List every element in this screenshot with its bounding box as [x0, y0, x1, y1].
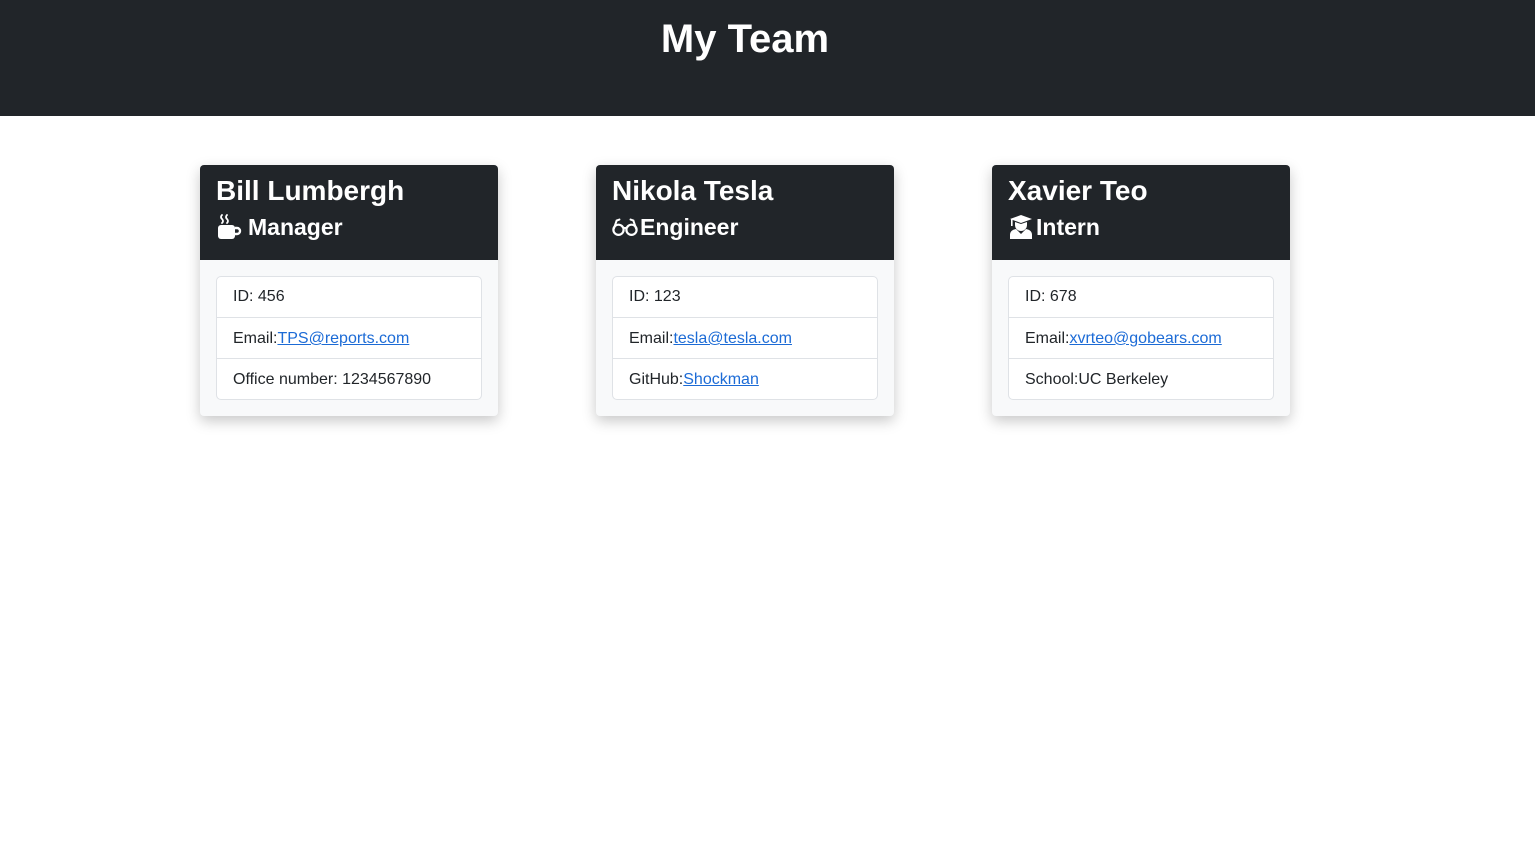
- employee-details: ID: 678 Email:xvrteo@gobears.com School:…: [1008, 276, 1274, 400]
- employee-card-engineer: Nikola Tesla Engineer ID: 123 Email:tesl…: [596, 165, 894, 416]
- card-header: Bill Lumbergh Manager: [200, 165, 498, 260]
- list-item-school: School:UC Berkeley: [1009, 358, 1273, 399]
- card-header: Xavier Teo Intern: [992, 165, 1290, 260]
- employee-role: Intern: [1008, 212, 1274, 242]
- list-item-office: Office number: 1234567890: [217, 358, 481, 399]
- email-link[interactable]: TPS@reports.com: [277, 330, 409, 347]
- role-label: Manager: [248, 214, 343, 240]
- email-label: Email:: [233, 330, 278, 347]
- office-number: 1234567890: [342, 371, 432, 388]
- employee-role: Manager: [216, 212, 482, 242]
- employee-card-intern: Xavier Teo Intern ID: 678 Email:xvrteo@g…: [992, 165, 1290, 416]
- card-header: Nikola Tesla Engineer: [596, 165, 894, 260]
- list-item-id: ID: 678: [1025, 288, 1077, 305]
- graduate-icon: [1008, 214, 1034, 240]
- glasses-icon: [612, 214, 638, 240]
- employee-details: ID: 123 Email:tesla@tesla.com GitHub:Sho…: [612, 276, 878, 400]
- school-name: UC Berkeley: [1078, 371, 1169, 388]
- list-item-email: Email:xvrteo@gobears.com: [1009, 317, 1273, 358]
- role-label: Engineer: [640, 214, 739, 240]
- employee-details: ID: 456 Email:TPS@reports.com Office num…: [216, 276, 482, 400]
- employee-name: Nikola Tesla: [612, 175, 774, 206]
- email-label: Email:: [629, 330, 674, 347]
- list-item-id: ID: 123: [629, 288, 681, 305]
- list-item-email: Email:TPS@reports.com: [217, 317, 481, 358]
- employee-name: Bill Lumbergh: [216, 175, 405, 206]
- page-title: My Team: [660, 17, 830, 61]
- email-label: Email:: [1025, 330, 1070, 347]
- school-label: School:: [1025, 371, 1079, 388]
- github-link[interactable]: Shockman: [683, 371, 759, 388]
- email-link[interactable]: xvrteo@gobears.com: [1069, 330, 1221, 347]
- list-item-github: GitHub:Shockman: [613, 358, 877, 399]
- github-label: GitHub:: [629, 371, 684, 388]
- employee-card-manager: Bill Lumbergh Manager ID: 456 Email:TPS@…: [200, 165, 498, 416]
- list-item-email: Email:tesla@tesla.com: [613, 317, 877, 358]
- employee-name: Xavier Teo: [1008, 175, 1148, 206]
- email-link[interactable]: tesla@tesla.com: [673, 330, 792, 347]
- list-item-id: ID: 456: [233, 288, 285, 305]
- role-label: Intern: [1036, 214, 1100, 240]
- employee-role: Engineer: [612, 212, 878, 242]
- office-label: Office number:: [233, 371, 343, 388]
- page-header: My Team: [0, 0, 1535, 116]
- coffee-cup-icon: [216, 214, 242, 240]
